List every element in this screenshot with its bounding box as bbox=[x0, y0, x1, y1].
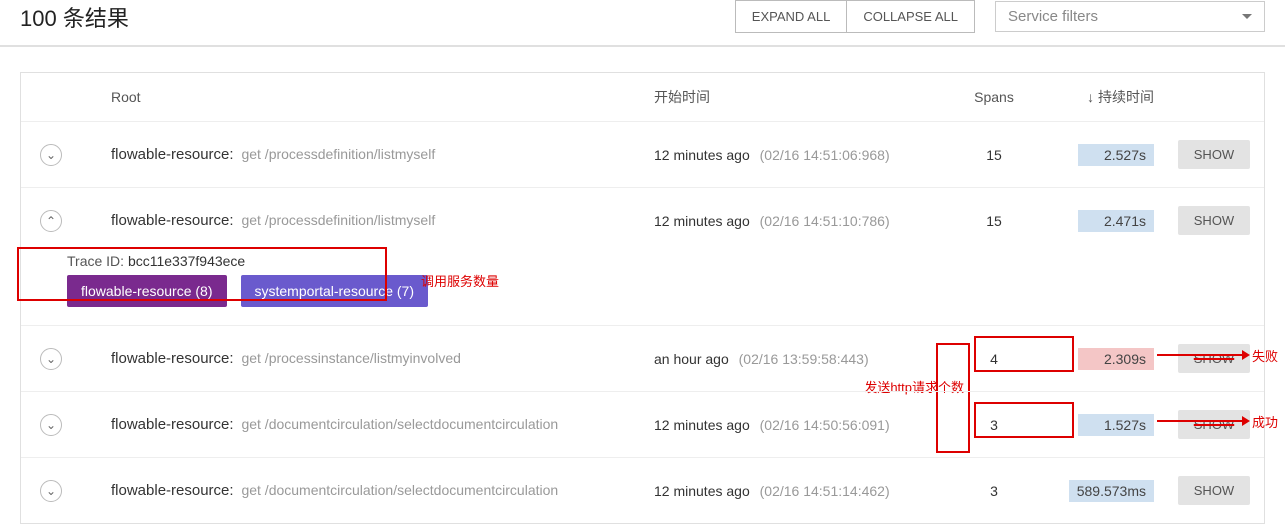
trace-id-value: bcc11e337f943ece bbox=[128, 253, 245, 269]
duration-bar: 1.527s bbox=[1078, 414, 1154, 436]
duration-bar: 2.471s bbox=[1078, 210, 1154, 232]
table-row: ⌄ flowable-resource: get /documentcircul… bbox=[21, 457, 1264, 523]
service-filters-dropdown[interactable]: Service filters bbox=[995, 1, 1265, 32]
collapse-all-button[interactable]: COLLAPSE ALL bbox=[846, 0, 975, 33]
expand-all-button[interactable]: EXPAND ALL bbox=[735, 0, 848, 33]
timestamp: (02/16 14:51:10:786) bbox=[760, 213, 890, 229]
timestamp: (02/16 14:50:56:091) bbox=[760, 417, 890, 433]
service-tag[interactable]: flowable-resource (8) bbox=[67, 275, 227, 307]
service-tag[interactable]: systemportal-resource (7) bbox=[241, 275, 429, 307]
show-button[interactable]: SHOW bbox=[1178, 344, 1250, 373]
header-spans[interactable]: Spans bbox=[954, 89, 1034, 105]
time-ago: 12 minutes ago bbox=[654, 417, 750, 433]
header-duration[interactable]: 持续时间 bbox=[1087, 89, 1154, 105]
table-row: ⌄ flowable-resource: get /documentcircul… bbox=[21, 391, 1264, 457]
expand-toggle[interactable]: ⌄ bbox=[40, 144, 62, 166]
table-row: ⌄ flowable-resource: get /processinstanc… bbox=[21, 325, 1264, 391]
traces-panel: Root 开始时间 Spans 持续时间 ⌄ flowable-resource… bbox=[20, 72, 1265, 524]
spans-count: 15 bbox=[986, 213, 1002, 229]
show-button[interactable]: SHOW bbox=[1178, 410, 1250, 439]
header-root[interactable]: Root bbox=[81, 89, 654, 105]
spans-count: 3 bbox=[990, 417, 998, 433]
collapse-toggle[interactable]: ⌃ bbox=[40, 210, 62, 232]
show-button[interactable]: SHOW bbox=[1178, 206, 1250, 235]
show-button[interactable]: SHOW bbox=[1178, 140, 1250, 169]
duration-bar: 2.527s bbox=[1078, 144, 1154, 166]
table-header: Root 开始时间 Spans 持续时间 bbox=[21, 73, 1264, 121]
operation-name: get /processinstance/listmyinvolved bbox=[241, 350, 460, 366]
service-name: flowable-resource: bbox=[111, 416, 234, 433]
timestamp: (02/16 14:51:14:462) bbox=[760, 483, 890, 499]
service-filters-label: Service filters bbox=[1008, 8, 1098, 25]
duration-bar: 2.309s bbox=[1078, 348, 1154, 370]
expand-toggle[interactable]: ⌄ bbox=[40, 414, 62, 436]
spans-count: 15 bbox=[986, 147, 1002, 163]
spans-count: 3 bbox=[990, 483, 998, 499]
caret-down-icon bbox=[1242, 14, 1252, 19]
timestamp: (02/16 14:51:06:968) bbox=[760, 147, 890, 163]
show-button[interactable]: SHOW bbox=[1178, 476, 1250, 505]
trace-id-label: Trace ID: bbox=[67, 253, 124, 269]
timestamp: (02/16 13:59:58:443) bbox=[739, 351, 869, 367]
service-name: flowable-resource: bbox=[111, 482, 234, 499]
service-name: flowable-resource: bbox=[111, 350, 234, 367]
time-ago: 12 minutes ago bbox=[654, 483, 750, 499]
operation-name: get /documentcirculation/selectdocumentc… bbox=[241, 482, 558, 498]
service-name: flowable-resource: bbox=[111, 212, 234, 229]
service-name: flowable-resource: bbox=[111, 146, 234, 163]
header-start-time[interactable]: 开始时间 bbox=[654, 87, 954, 107]
table-row: ⌃ flowable-resource: get /processdefinit… bbox=[21, 187, 1264, 253]
duration-bar: 589.573ms bbox=[1069, 480, 1154, 502]
time-ago: 12 minutes ago bbox=[654, 213, 750, 229]
operation-name: get /documentcirculation/selectdocumentc… bbox=[241, 416, 558, 432]
expand-toggle[interactable]: ⌄ bbox=[40, 480, 62, 502]
operation-name: get /processdefinition/listmyself bbox=[241, 146, 435, 162]
time-ago: an hour ago bbox=[654, 351, 729, 367]
operation-name: get /processdefinition/listmyself bbox=[241, 212, 435, 228]
spans-count: 4 bbox=[990, 351, 998, 367]
annotation-arrow bbox=[1157, 420, 1242, 422]
table-row: ⌄ flowable-resource: get /processdefinit… bbox=[21, 121, 1264, 187]
expand-toggle[interactable]: ⌄ bbox=[40, 348, 62, 370]
time-ago: 12 minutes ago bbox=[654, 147, 750, 163]
trace-detail: Trace ID: bcc11e337f943ece flowable-reso… bbox=[21, 253, 1264, 325]
annotation-arrow bbox=[1157, 354, 1242, 356]
service-tags: flowable-resource (8) systemportal-resou… bbox=[67, 275, 1264, 307]
top-bar: 100 条结果 EXPAND ALL COLLAPSE ALL Service … bbox=[0, 0, 1285, 47]
result-count: 100 条结果 bbox=[20, 1, 735, 33]
